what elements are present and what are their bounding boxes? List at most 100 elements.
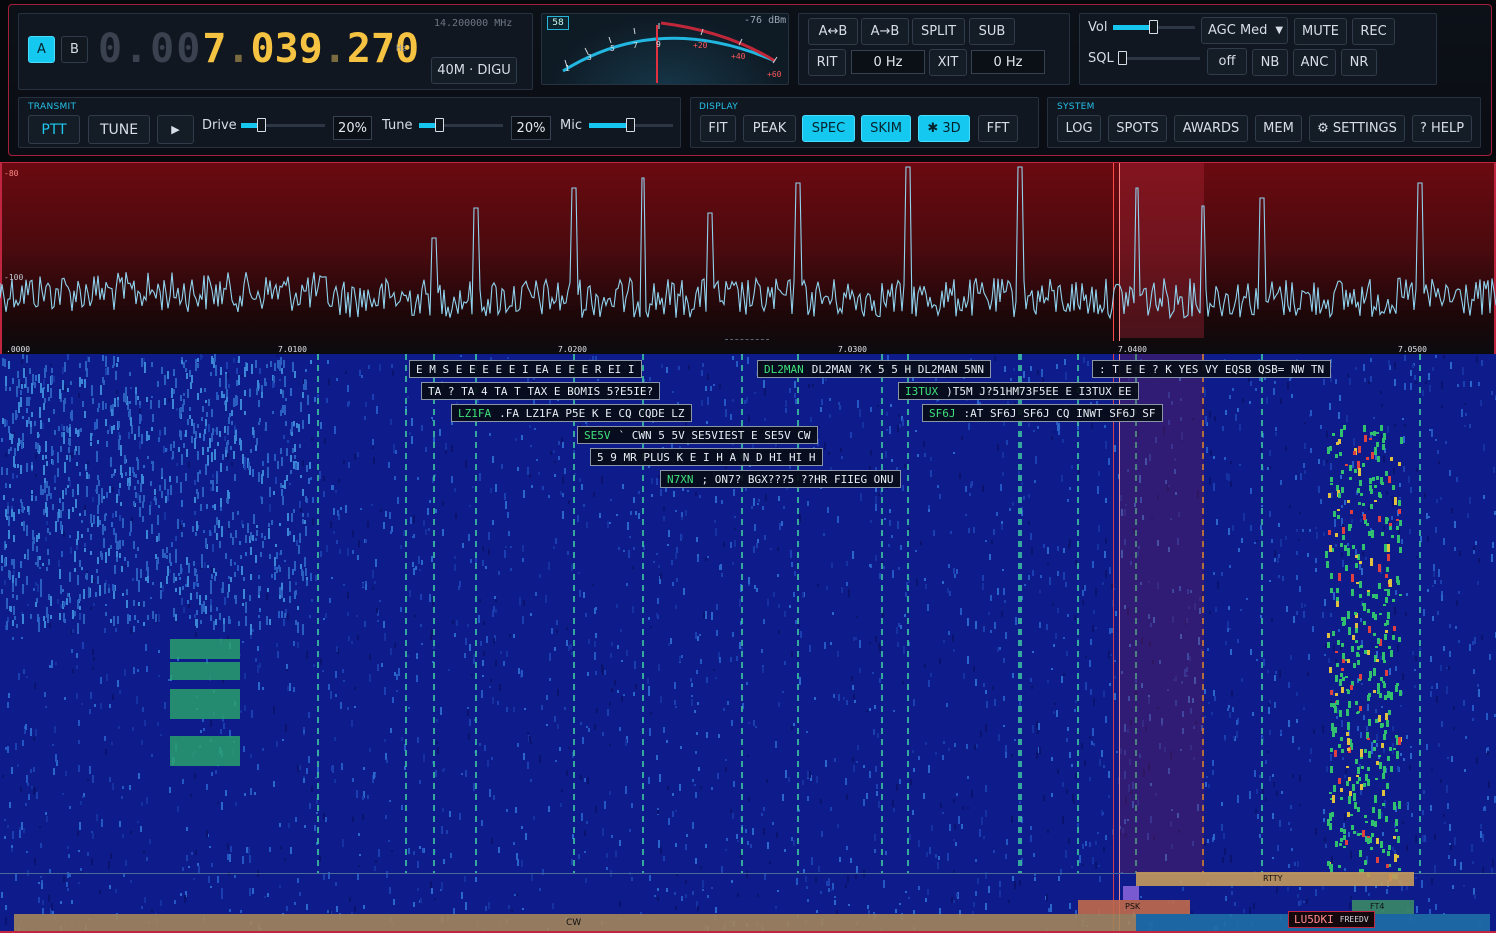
band-mode-button[interactable]: 40M · DIGU — [431, 57, 517, 84]
wide-signal-pixel — [1349, 791, 1352, 796]
anc-button[interactable]: ANC — [1293, 49, 1336, 76]
awards-button[interactable]: AWARDS — [1174, 115, 1248, 142]
vfo-swap-button[interactable]: A↔B — [808, 18, 858, 45]
cw-decode[interactable]: N7XN ; ON7? BGX???5 ??HR FIIEG ONU — [660, 470, 901, 488]
wide-signal-pixel — [1374, 447, 1377, 455]
cw-decode[interactable]: TA ? TA 4 TA T TAX E BOMIS 5?E5IE? — [421, 382, 661, 400]
wide-signal-pixel — [1335, 841, 1338, 847]
wide-signal-pixel — [1330, 864, 1333, 872]
mic-slider[interactable] — [589, 116, 673, 134]
play-button[interactable]: ▶ — [157, 115, 194, 144]
rec-button[interactable]: REC — [1352, 18, 1395, 45]
wide-signal-pixel — [1345, 464, 1348, 466]
spot-marker[interactable]: LU5DKI FREEDV — [1288, 911, 1375, 928]
wide-signal-pixel — [1338, 865, 1341, 868]
cw-decode[interactable]: SF6J :AT SF6J SF6J CQ INWT SF6J SF — [922, 404, 1163, 422]
wide-signal-pixel — [1358, 468, 1361, 476]
wide-signal-pixel — [1333, 703, 1336, 708]
wide-signal-pixel — [1398, 500, 1401, 506]
fft-button[interactable]: FFT — [978, 115, 1018, 142]
agc-select[interactable]: AGC Med ▼ — [1201, 17, 1288, 44]
wide-signal-pixel — [1361, 766, 1364, 769]
wide-signal-pixel — [1375, 594, 1378, 599]
wide-signal-pixel — [1332, 631, 1335, 636]
freq-hz-digits: 270 — [346, 26, 420, 72]
spectrum-display[interactable]: -80 -100 — [0, 162, 1496, 354]
noise-mode-off-button[interactable]: off — [1207, 48, 1247, 75]
3d-button[interactable]: ✱ 3D — [918, 115, 970, 142]
drive-value-field[interactable]: 20% — [333, 116, 372, 140]
wide-signal-pixel — [1356, 775, 1359, 777]
wide-signal-pixel — [1347, 722, 1350, 730]
vfo-a-to-b-button[interactable]: A→B — [861, 18, 909, 45]
cw-decode[interactable]: 5 9 MR PLUS K E I H A N D HI HI H — [590, 448, 823, 466]
wide-signal-pixel — [1372, 594, 1375, 598]
skim-button[interactable]: SKIM — [861, 115, 911, 142]
log-button[interactable]: LOG — [1057, 115, 1101, 142]
split-button[interactable]: SPLIT — [912, 18, 965, 45]
xit-value-field[interactable]: 0 Hz — [971, 50, 1045, 74]
wide-signal-pixel — [1355, 759, 1358, 764]
wide-signal-pixel — [1380, 425, 1383, 431]
spots-button[interactable]: SPOTS — [1108, 115, 1167, 142]
cw-decode[interactable]: I3TUX )T5M J?51HM73F5EE E I3TUX EE — [898, 382, 1139, 400]
agc-select-value: AGC Med — [1208, 23, 1268, 38]
wide-signal-pixel — [1341, 687, 1344, 693]
cw-decode[interactable]: LZ1FA .FA LZ1FA P5E K E CQ CQDE LZ — [451, 404, 692, 422]
vfo-a-button[interactable]: A — [28, 36, 55, 63]
spec-button[interactable]: SPEC — [802, 115, 855, 142]
wide-signal-pixel — [1379, 613, 1382, 615]
wide-signal-pixel — [1327, 819, 1330, 826]
tune-power-slider[interactable] — [419, 116, 503, 134]
wide-signal-pixel — [1355, 640, 1358, 643]
squelch-slider[interactable] — [1118, 49, 1200, 67]
frequency-display[interactable]: 0.00 7 . 039 . 270 — [98, 26, 419, 72]
nb-button[interactable]: NB — [1252, 49, 1288, 76]
wide-signal-pixel — [1355, 628, 1358, 633]
vfo-b-button[interactable]: B — [61, 36, 88, 63]
wide-signal-pixel — [1385, 574, 1388, 578]
volume-slider[interactable] — [1113, 18, 1195, 36]
wide-signal-pixel — [1377, 689, 1380, 694]
wide-signal-pixel — [1355, 623, 1358, 628]
band-segment-cw-label: CW — [566, 918, 582, 928]
nr-button[interactable]: NR — [1341, 49, 1377, 76]
freq-tick-2: 7.0200 — [558, 345, 587, 354]
rit-button[interactable]: RIT — [808, 49, 846, 76]
wide-signal-pixel — [1340, 788, 1343, 792]
settings-button[interactable]: ⚙ SETTINGS — [1309, 115, 1405, 142]
mute-button[interactable]: MUTE — [1294, 18, 1347, 45]
wide-signal-pixel — [1376, 838, 1379, 844]
help-button[interactable]: ? HELP — [1412, 115, 1472, 142]
wide-signal-pixel — [1358, 777, 1361, 781]
cw-decode[interactable]: E M S E E E E E I EA E E E R EI I — [409, 360, 642, 378]
tune-power-value-field[interactable]: 20% — [511, 116, 551, 140]
mem-button[interactable]: MEM — [1255, 115, 1302, 142]
drive-slider[interactable] — [241, 116, 325, 134]
ptt-button[interactable]: PTT — [28, 115, 80, 144]
xit-button[interactable]: XIT — [929, 49, 967, 76]
wide-signal-pixel — [1398, 737, 1401, 745]
wide-signal-pixel — [1333, 785, 1336, 792]
cw-decode[interactable]: : T E E ? K YES VY EQSB QSB= NW TN — [1092, 360, 1332, 378]
wide-signal-pixel — [1373, 690, 1376, 693]
fit-button[interactable]: FIT — [700, 115, 736, 142]
tune-button[interactable]: TUNE — [88, 115, 150, 144]
rit-value-field[interactable]: 0 Hz — [851, 50, 925, 74]
wide-signal-pixel — [1351, 589, 1354, 596]
wide-signal-pixel — [1348, 796, 1351, 804]
display-section-label: DISPLAY — [699, 102, 739, 112]
wide-signal-pixel — [1395, 829, 1398, 832]
wide-signal-pixel — [1387, 691, 1390, 698]
cw-decode[interactable]: SE5V ` CWN 5 5V SE5VIEST E SE5V CW — [577, 426, 818, 444]
peak-button[interactable]: PEAK — [743, 115, 796, 142]
wide-signal-pixel — [1359, 581, 1362, 588]
signal-block — [170, 689, 240, 719]
wide-signal-pixel — [1373, 740, 1376, 743]
wide-signal-pixel — [1374, 821, 1377, 827]
cw-decode[interactable]: DL2MAN DL2MAN ?K 5 5 H DL2MAN 5NN — [757, 360, 991, 378]
sub-button[interactable]: SUB — [969, 18, 1015, 45]
wide-signal-pixel — [1335, 651, 1338, 653]
wide-signal-pixel — [1367, 609, 1370, 613]
waterfall-tx-marker — [1113, 354, 1114, 933]
